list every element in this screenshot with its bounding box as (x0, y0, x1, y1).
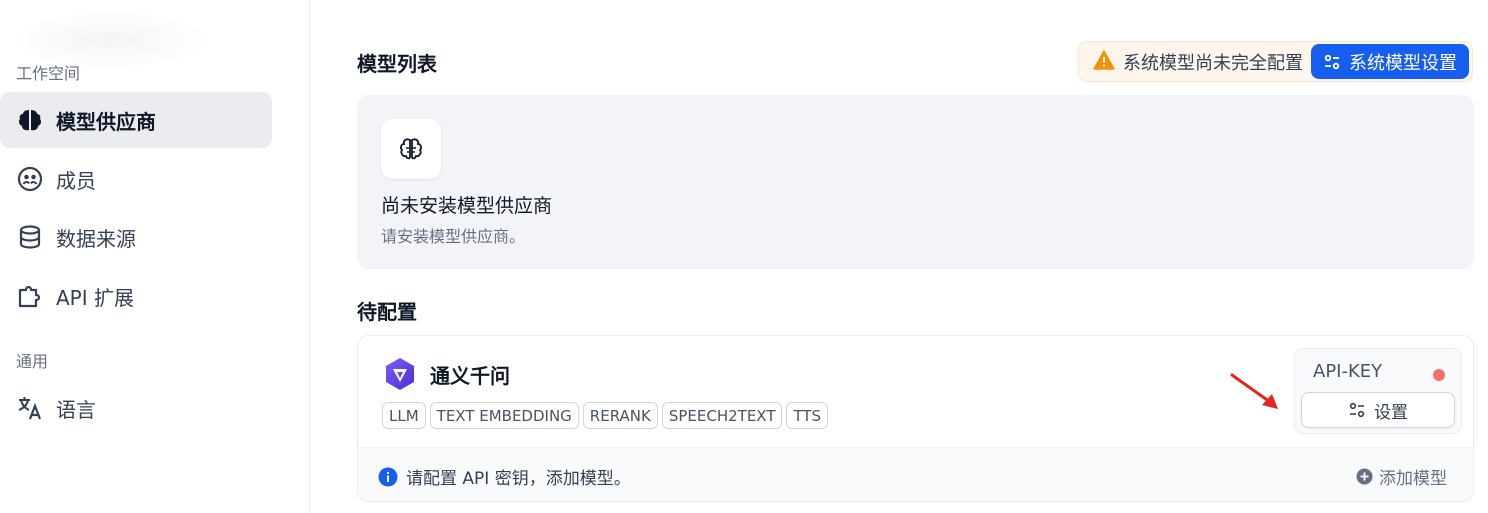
provider-card-footer: 请配置 API 密钥，添加模型。 添加模型 (358, 447, 1473, 501)
api-key-panel: API-KEY 设置 (1294, 348, 1462, 434)
sidebar-item-label: 成员 (56, 168, 96, 193)
main-content: 模型列表 系统模型尚未完全配置 系统模型设置 尚未安装模型供应商 请安装模型供应… (310, 0, 1488, 513)
empty-provider-card: 尚未安装模型供应商 请安装模型供应商。 (357, 95, 1474, 269)
settings-sliders-icon (1349, 402, 1365, 418)
puzzle-icon (16, 282, 44, 310)
sidebar-item-label: 语言 (56, 397, 96, 422)
api-key-label: API-KEY (1313, 361, 1383, 382)
system-model-settings-label: 系统模型设置 (1349, 52, 1457, 74)
members-icon (16, 165, 44, 193)
sidebar: 工作空间 模型供应商 成员 数据来源 API 扩展 通用 语言 (0, 0, 310, 513)
system-model-warning: 系统模型尚未完全配置 系统模型设置 (1078, 41, 1473, 82)
brain-outline-icon (400, 138, 422, 160)
info-text: 请配置 API 密钥，添加模型。 (406, 469, 631, 489)
info-row: 请配置 API 密钥，添加模型。 (378, 464, 631, 489)
pending-config-title: 待配置 (357, 300, 417, 324)
brain-icon (16, 106, 44, 134)
provider-card-tongyi: 通义千问 LLM TEXT EMBEDDING RERANK SPEECH2TE… (357, 335, 1474, 502)
tag-rerank: RERANK (582, 402, 658, 429)
tag-speech2text: SPEECH2TEXT (661, 402, 783, 429)
empty-state-icon-box (381, 119, 441, 179)
sidebar-item-label: API 扩展 (56, 285, 134, 310)
settings-sliders-icon (1324, 54, 1340, 69)
empty-state-title: 尚未安装模型供应商 (381, 195, 553, 217)
app-root: 工作空间 模型供应商 成员 数据来源 API 扩展 通用 语言 模型列表 系统模… (0, 0, 1488, 513)
add-model-button[interactable]: 添加模型 (1356, 464, 1447, 489)
tag-tts: TTS (786, 402, 829, 429)
tag-text-embedding: TEXT EMBEDDING (429, 402, 579, 429)
workspace-section-label: 工作空间 (16, 64, 81, 83)
provider-tags: LLM TEXT EMBEDDING RERANK SPEECH2TEXT TT… (382, 402, 829, 429)
provider-card-header: 通义千问 LLM TEXT EMBEDDING RERANK SPEECH2TE… (358, 336, 1473, 447)
database-icon (16, 223, 44, 251)
api-key-status-dot (1433, 369, 1445, 381)
translate-icon (16, 394, 44, 422)
sidebar-item-model-provider[interactable]: 模型供应商 (0, 92, 272, 148)
add-model-label: 添加模型 (1379, 469, 1447, 489)
tag-llm: LLM (382, 402, 426, 429)
sidebar-item-data-source[interactable]: 数据来源 (0, 209, 272, 265)
info-icon (378, 467, 398, 486)
warning-text: 系统模型尚未完全配置 (1123, 52, 1303, 74)
setup-label: 设置 (1374, 402, 1408, 423)
sidebar-item-api-extension[interactable]: API 扩展 (0, 268, 272, 324)
system-model-settings-button[interactable]: 系统模型设置 (1311, 44, 1469, 79)
warning-icon (1093, 49, 1115, 74)
empty-state-subtitle: 请安装模型供应商。 (381, 227, 526, 246)
page-title: 模型列表 (357, 52, 437, 76)
general-section-label: 通用 (16, 352, 49, 371)
annotation-arrow-icon (1230, 373, 1278, 409)
provider-name: 通义千问 (430, 364, 510, 388)
tongyi-logo-icon (386, 358, 414, 390)
sidebar-item-language[interactable]: 语言 (0, 380, 272, 436)
sidebar-item-members[interactable]: 成员 (0, 151, 272, 207)
plus-circle-icon (1356, 468, 1373, 485)
api-key-setup-button[interactable]: 设置 (1301, 392, 1455, 428)
sidebar-item-label: 模型供应商 (56, 109, 156, 134)
sidebar-item-label: 数据来源 (56, 226, 136, 251)
